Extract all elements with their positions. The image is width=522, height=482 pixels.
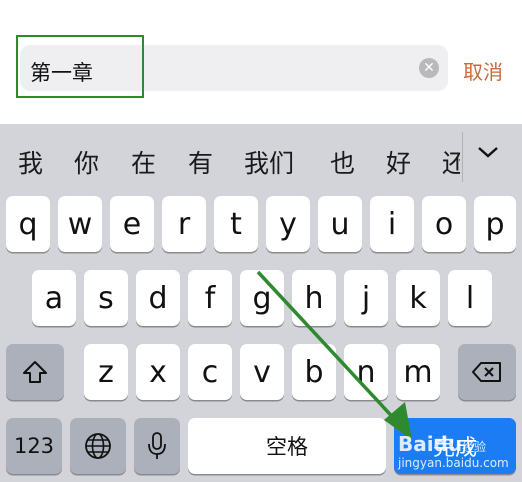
key-a[interactable]: a bbox=[32, 270, 76, 326]
key-k[interactable]: k bbox=[396, 270, 440, 326]
key-y[interactable]: y bbox=[266, 196, 310, 252]
search-input[interactable]: 第一章 bbox=[30, 57, 93, 87]
space-key[interactable]: 空格 bbox=[188, 418, 386, 474]
key-g[interactable]: g bbox=[240, 270, 284, 326]
shift-key[interactable] bbox=[6, 344, 64, 400]
backspace-icon bbox=[472, 362, 501, 382]
key-m[interactable]: m bbox=[396, 344, 440, 400]
watermark-url: jingyan.baidu.com bbox=[398, 456, 509, 470]
search-field[interactable]: 第一章 ✕ bbox=[20, 45, 448, 91]
key-i[interactable]: i bbox=[370, 196, 414, 252]
key-x[interactable]: x bbox=[136, 344, 180, 400]
candidate-word[interactable]: 有 bbox=[188, 144, 213, 180]
key-z[interactable]: z bbox=[84, 344, 128, 400]
key-t[interactable]: t bbox=[214, 196, 258, 252]
candidate-word[interactable]: 我们 bbox=[244, 144, 294, 180]
candidate-divider bbox=[462, 132, 463, 182]
watermark-brand: Bai bbox=[398, 432, 434, 456]
key-v[interactable]: v bbox=[240, 344, 284, 400]
key-f[interactable]: f bbox=[188, 270, 232, 326]
cancel-button[interactable]: 取消 bbox=[463, 56, 503, 85]
key-q[interactable]: q bbox=[6, 196, 50, 252]
backspace-key[interactable] bbox=[458, 344, 516, 400]
key-b[interactable]: b bbox=[292, 344, 336, 400]
key-s[interactable]: s bbox=[84, 270, 128, 326]
watermark: Baidu经验 jingyan.baidu.com bbox=[398, 432, 509, 470]
candidate-word[interactable]: 你 bbox=[74, 144, 99, 180]
microphone-key[interactable] bbox=[134, 418, 180, 474]
candidate-word[interactable]: 在 bbox=[131, 144, 156, 180]
key-u[interactable]: u bbox=[318, 196, 362, 252]
key-r[interactable]: r bbox=[162, 196, 206, 252]
key-o[interactable]: o bbox=[422, 196, 466, 252]
key-h[interactable]: h bbox=[292, 270, 336, 326]
key-l[interactable]: l bbox=[448, 270, 492, 326]
key-n[interactable]: n bbox=[344, 344, 388, 400]
globe-key[interactable] bbox=[70, 418, 126, 474]
globe-icon bbox=[85, 433, 111, 459]
key-c[interactable]: c bbox=[188, 344, 232, 400]
key-p[interactable]: p bbox=[474, 196, 516, 252]
chevron-down-icon[interactable] bbox=[476, 140, 500, 168]
candidate-bar: 我 你 在 有 我们 也 好 还 bbox=[0, 124, 522, 194]
shift-icon bbox=[23, 361, 47, 383]
candidate-word[interactable]: 还 bbox=[442, 144, 460, 180]
search-header: 第一章 ✕ 取消 bbox=[0, 0, 522, 124]
watermark-suffix: 经验 bbox=[462, 440, 487, 454]
key-w[interactable]: w bbox=[58, 196, 102, 252]
clear-icon[interactable]: ✕ bbox=[419, 58, 439, 78]
key-d[interactable]: d bbox=[136, 270, 180, 326]
keyboard: 我 你 在 有 我们 也 好 还 q w e r t y u i o p a s… bbox=[0, 124, 522, 482]
candidate-word[interactable]: 也 bbox=[330, 144, 355, 180]
numbers-key[interactable]: 123 bbox=[6, 418, 62, 474]
candidate-word[interactable]: 我 bbox=[18, 144, 43, 180]
key-e[interactable]: e bbox=[110, 196, 154, 252]
key-j[interactable]: j bbox=[344, 270, 388, 326]
microphone-icon bbox=[148, 432, 166, 459]
paw-icon: du bbox=[433, 432, 463, 456]
candidate-word[interactable]: 好 bbox=[386, 144, 411, 180]
